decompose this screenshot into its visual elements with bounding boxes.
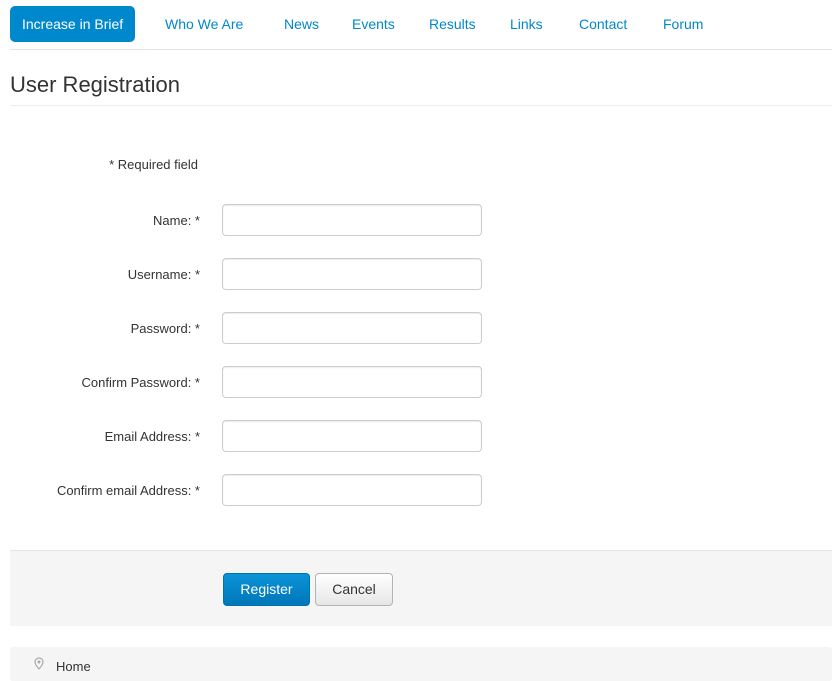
form-actions: Register Cancel	[10, 550, 832, 626]
nav-item-contact[interactable]: Contact	[579, 6, 627, 42]
name-input[interactable]	[222, 204, 482, 236]
nav-item-links[interactable]: Links	[510, 6, 543, 42]
nav-item-results[interactable]: Results	[429, 6, 476, 42]
nav-item-who-we-are[interactable]: Who We Are	[165, 6, 243, 42]
cancel-button[interactable]: Cancel	[315, 573, 393, 606]
map-marker-icon	[32, 657, 46, 673]
confirm-email-input[interactable]	[222, 474, 482, 506]
confirm-password-label: Confirm Password: *	[81, 375, 200, 390]
username-label: Username: *	[127, 267, 200, 282]
page-header: User Registration	[10, 66, 832, 106]
password-label: Password: *	[130, 321, 200, 336]
nav-item-increase-in-brief[interactable]: Increase in Brief	[10, 6, 136, 42]
name-label: Name: *	[153, 213, 200, 228]
password-input[interactable]	[222, 312, 482, 344]
register-button[interactable]: Register	[223, 573, 310, 606]
name-row: Name: *	[10, 204, 490, 238]
confirm-password-input[interactable]	[222, 366, 482, 398]
breadcrumb-home-link[interactable]: Home	[56, 647, 91, 681]
email-row: Email Address: *	[10, 420, 490, 454]
confirm-password-row: Confirm Password: *	[10, 366, 490, 400]
password-row: Password: *	[10, 312, 490, 346]
nav-item-forum[interactable]: Forum	[663, 6, 703, 42]
username-input[interactable]	[222, 258, 482, 290]
top-nav: Increase in Brief Who We Are News Events…	[10, 6, 832, 50]
username-row: Username: *	[10, 258, 490, 292]
required-field-note: * Required field	[109, 157, 198, 172]
nav-item-events[interactable]: Events	[352, 6, 395, 42]
nav-item-news[interactable]: News	[284, 6, 319, 42]
breadcrumb: Home	[10, 647, 832, 681]
confirm-email-row: Confirm email Address: *	[10, 474, 490, 508]
confirm-email-label: Confirm email Address: *	[56, 483, 200, 498]
page: Increase in Brief Who We Are News Events…	[0, 0, 832, 681]
email-label: Email Address: *	[104, 429, 200, 444]
email-input[interactable]	[222, 420, 482, 452]
page-title: User Registration	[10, 72, 180, 97]
